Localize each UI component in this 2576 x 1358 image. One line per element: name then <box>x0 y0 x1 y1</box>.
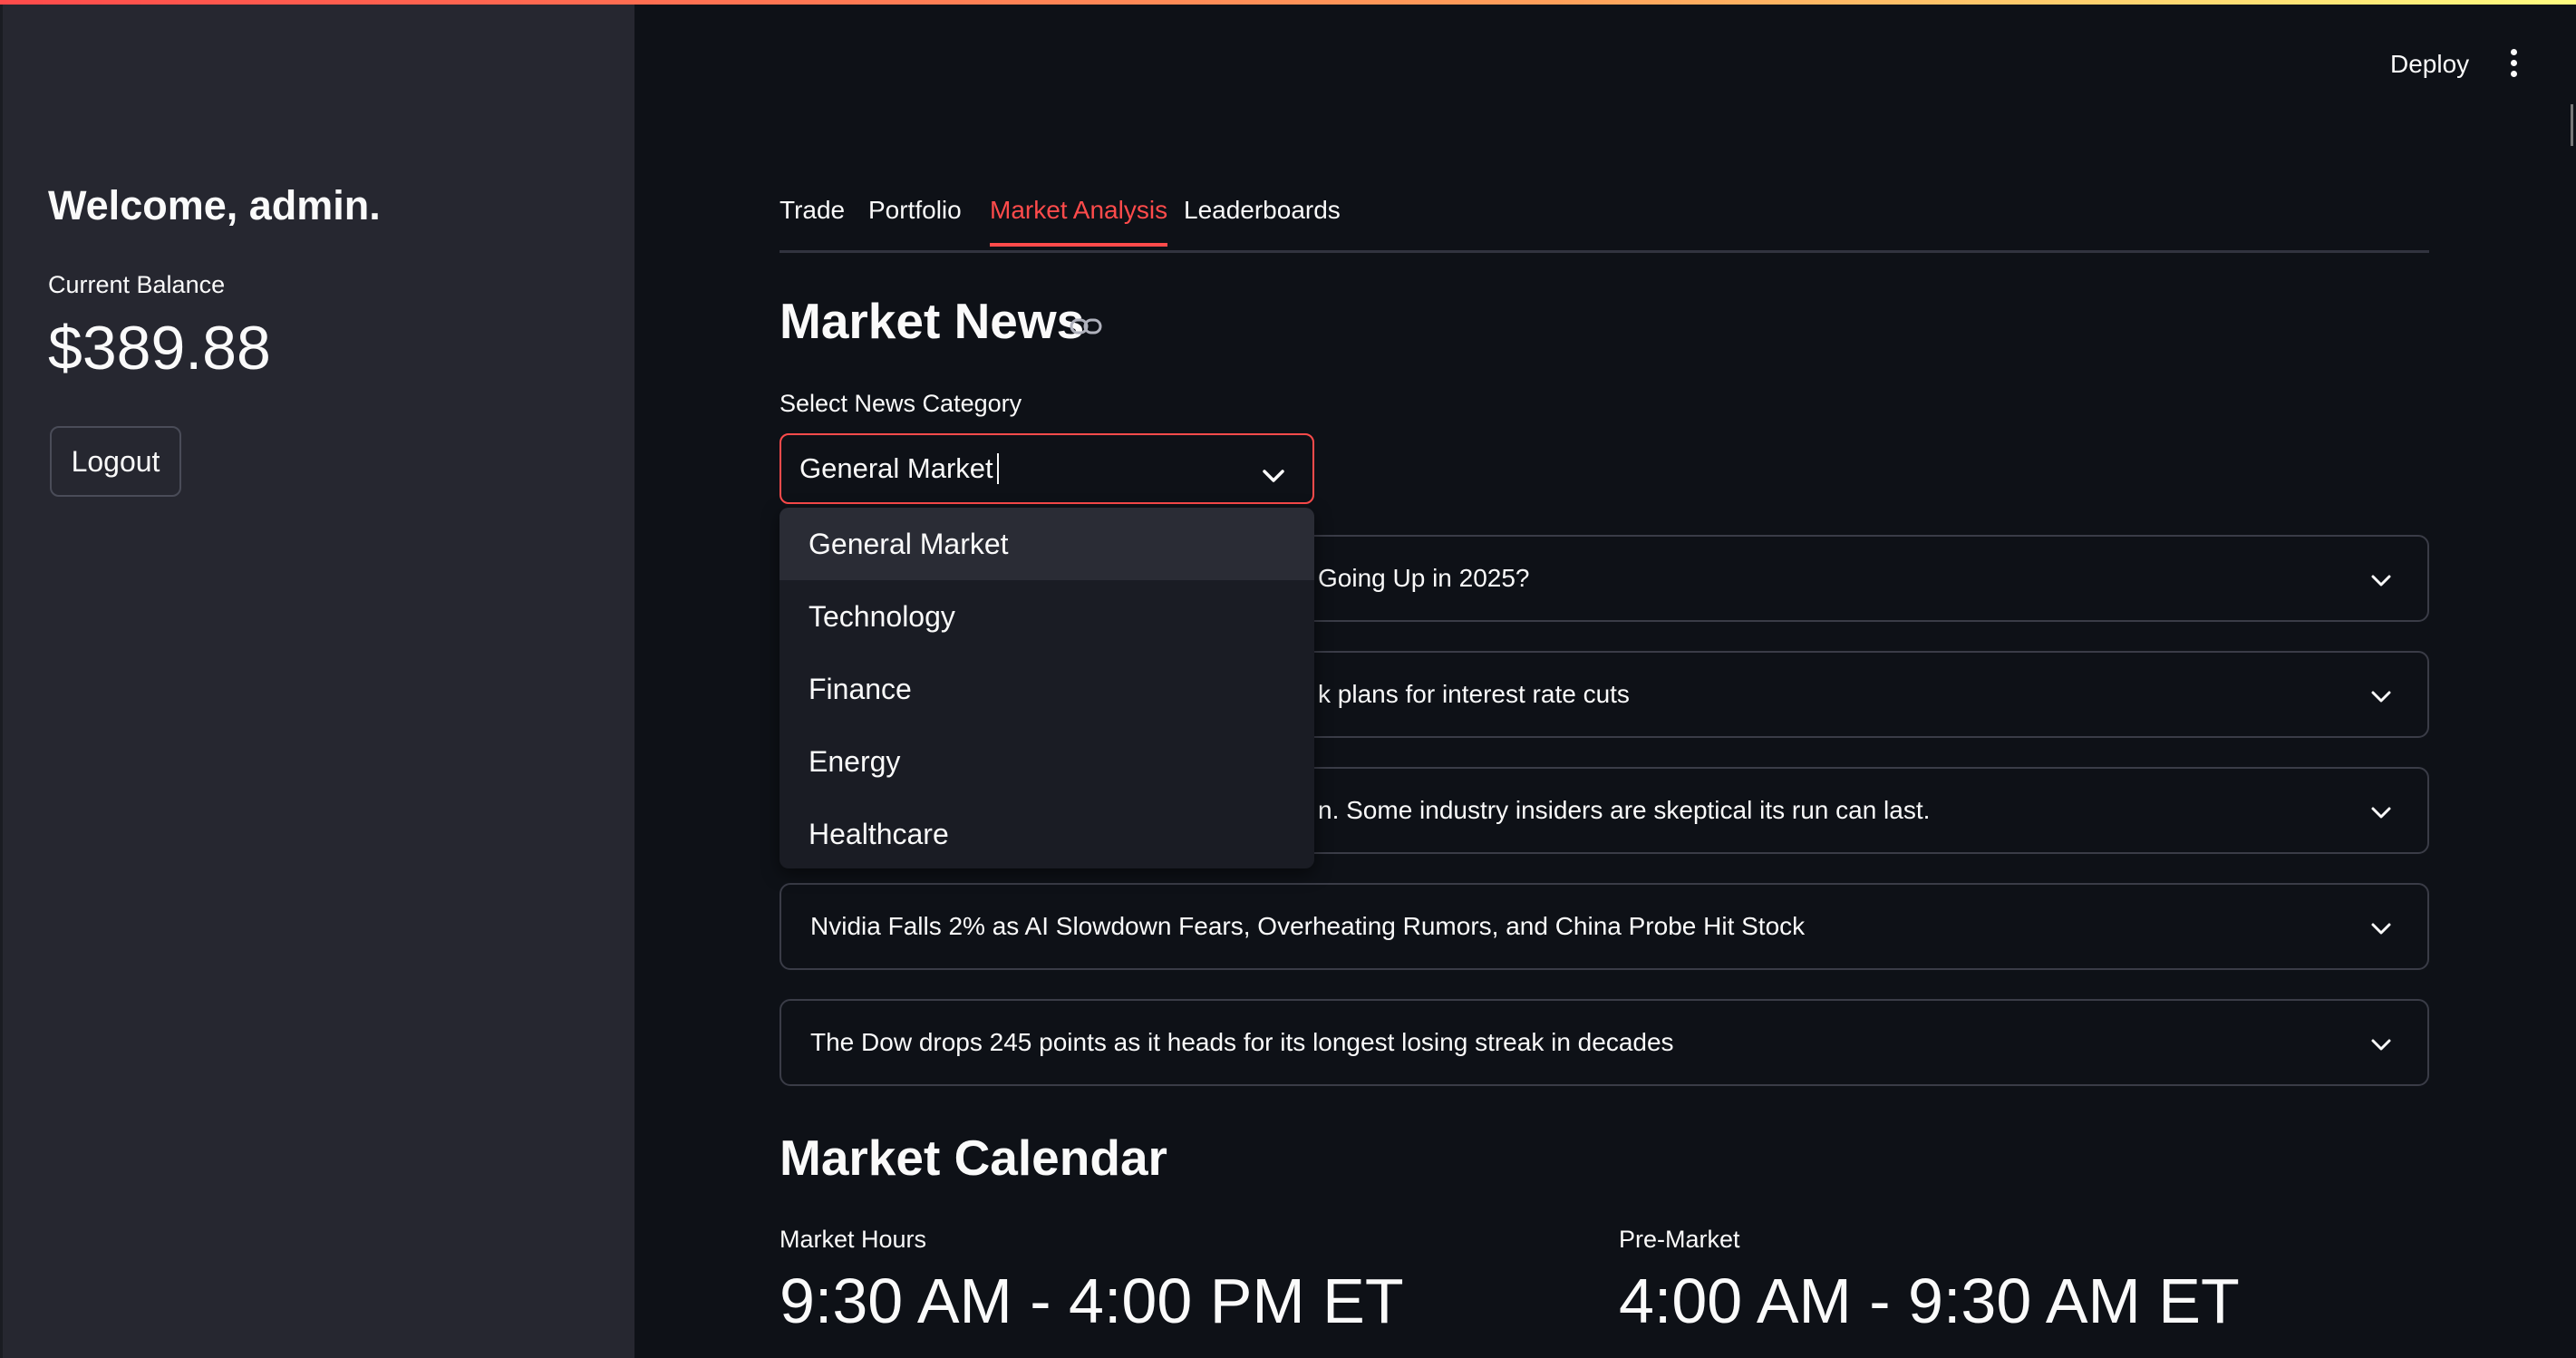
balance-value: $389.88 <box>48 314 271 383</box>
news-category-dropdown: General Market Technology Finance Energy… <box>780 508 1314 868</box>
chevron-down-icon[interactable] <box>2369 567 2393 596</box>
text-caret <box>996 453 999 484</box>
sidebar: Welcome, admin. Current Balance $389.88 … <box>0 5 634 1358</box>
tab-trade[interactable]: Trade <box>780 196 845 243</box>
news-expander[interactable]: The Dow drops 245 points as it heads for… <box>780 999 2429 1086</box>
dropdown-option[interactable]: Technology <box>780 580 1314 653</box>
app-window: Welcome, admin. Current Balance $389.88 … <box>0 0 2576 1358</box>
scrollbar[interactable] <box>2571 104 2573 146</box>
premarket-label: Pre-Market <box>1619 1226 1740 1253</box>
chevron-down-icon[interactable] <box>2369 915 2393 944</box>
news-title: Going Up in 2025? <box>1318 564 1530 592</box>
tab-portfolio[interactable]: Portfolio <box>868 196 962 243</box>
logout-button[interactable]: Logout <box>50 426 181 497</box>
link-icon[interactable] <box>1070 315 1102 342</box>
market-hours-label: Market Hours <box>780 1226 927 1253</box>
news-title: k plans for interest rate cuts <box>1318 680 1630 708</box>
news-title: Nvidia Falls 2% as AI Slowdown Fears, Ov… <box>810 912 1806 940</box>
market-hours-value: 9:30 AM - 4:00 PM ET <box>780 1266 1404 1336</box>
premarket-value: 4:00 AM - 9:30 AM ET <box>1619 1266 2240 1336</box>
deploy-button[interactable]: Deploy <box>2390 50 2469 79</box>
news-category-label: Select News Category <box>780 390 1022 417</box>
dropdown-option[interactable]: Finance <box>780 653 1314 725</box>
news-title: The Dow drops 245 points as it heads for… <box>810 1028 1674 1056</box>
dropdown-option[interactable]: General Market <box>780 508 1314 580</box>
dropdown-option[interactable]: Healthcare <box>780 798 1314 868</box>
news-category-select[interactable]: General Market <box>780 433 1314 504</box>
chevron-down-icon[interactable] <box>2369 799 2393 828</box>
dropdown-option[interactable]: Energy <box>780 725 1314 798</box>
market-calendar-heading: Market Calendar <box>780 1130 1167 1186</box>
select-value: General Market <box>799 452 993 484</box>
chevron-down-icon[interactable] <box>2369 1031 2393 1060</box>
chevron-down-icon[interactable] <box>1262 459 1285 491</box>
chevron-down-icon[interactable] <box>2369 683 2393 712</box>
news-expander[interactable]: Nvidia Falls 2% as AI Slowdown Fears, Ov… <box>780 883 2429 970</box>
kebab-menu-icon[interactable] <box>2511 49 2518 78</box>
tab-bar: Trade Portfolio Market Analysis Leaderbo… <box>780 190 2429 253</box>
market-news-heading: Market News <box>780 293 1085 349</box>
balance-label: Current Balance <box>48 271 226 298</box>
tab-market-analysis[interactable]: Market Analysis <box>990 196 1168 247</box>
news-title: n. Some industry insiders are skeptical … <box>1318 796 1931 824</box>
tab-leaderboards[interactable]: Leaderboards <box>1184 196 1341 243</box>
welcome-heading: Welcome, admin. <box>48 182 381 228</box>
